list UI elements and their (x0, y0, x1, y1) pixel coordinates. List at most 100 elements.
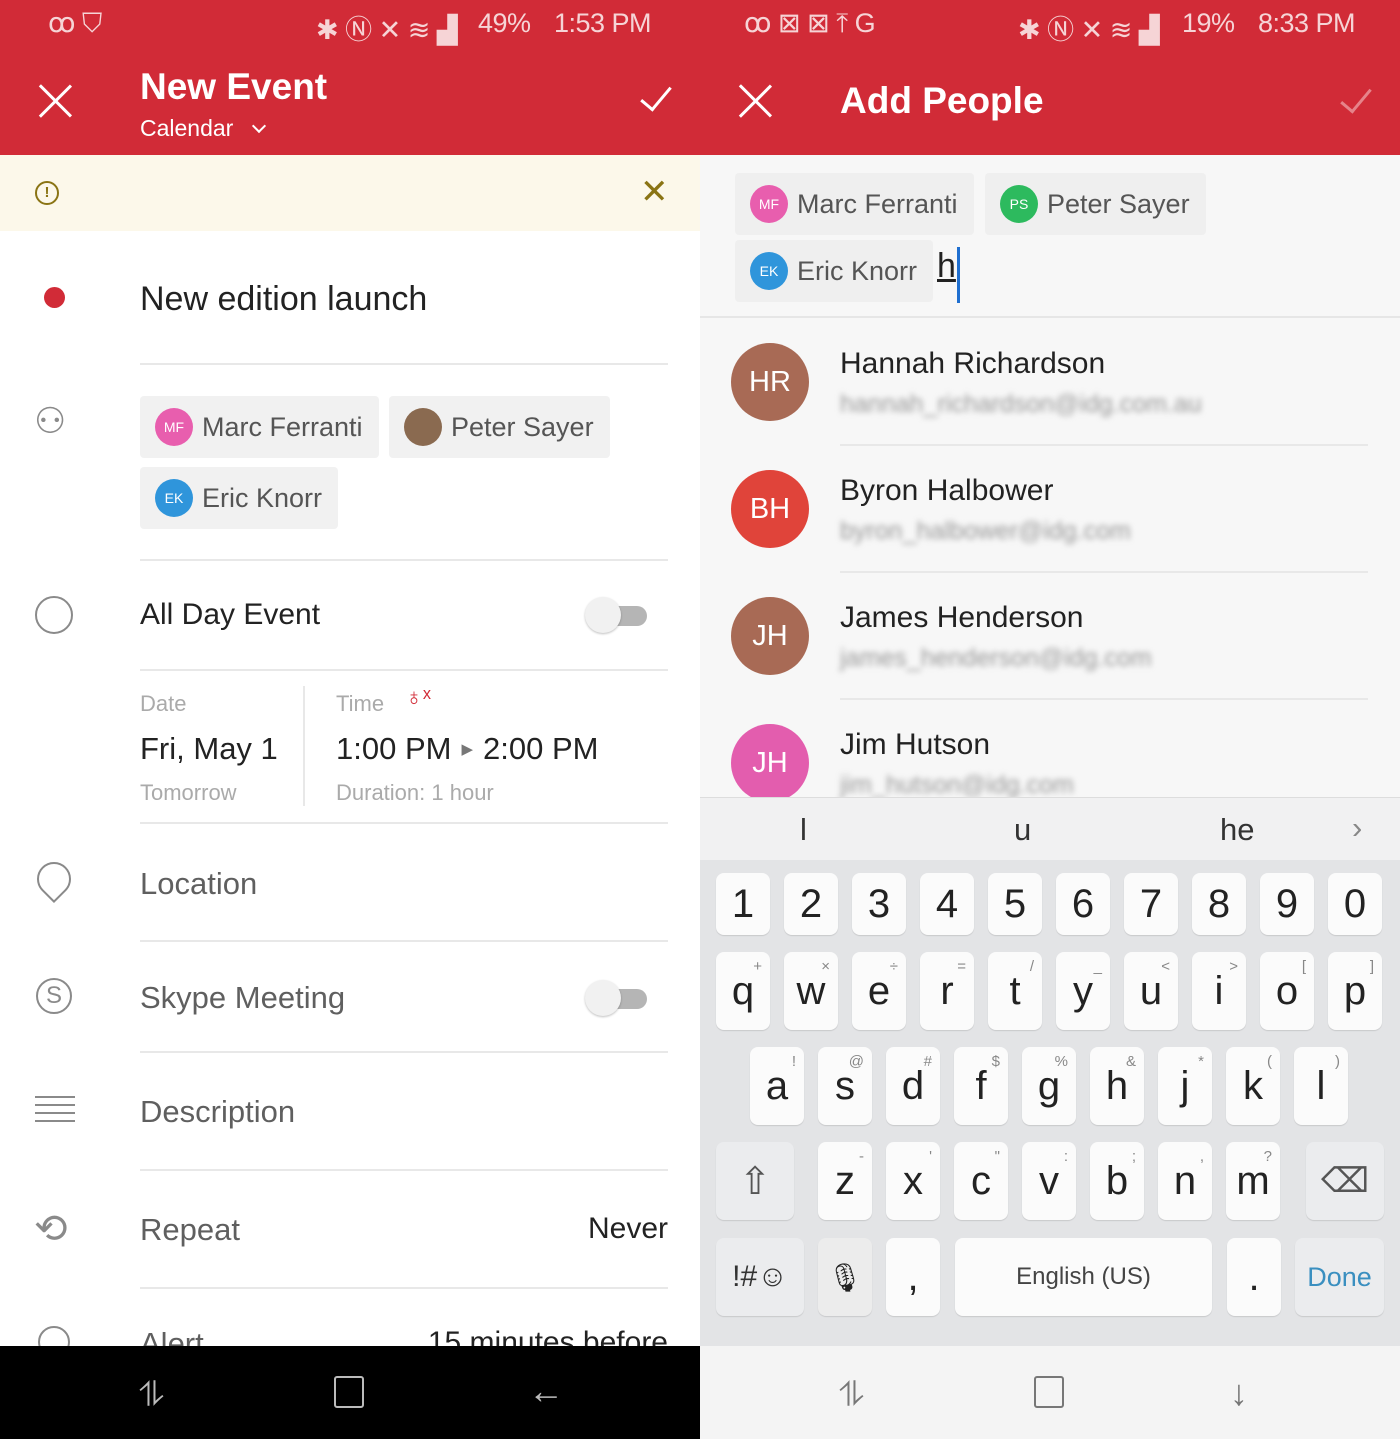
key-r[interactable]: r = (920, 952, 974, 1030)
recipient-field[interactable]: MF Marc Ferranti PS Peter Sayer EK Eric Kno… (700, 155, 1400, 318)
key-label: o (1275, 968, 1299, 1013)
done-key[interactable]: Done (1295, 1238, 1384, 1316)
key-p[interactable]: p] (1328, 952, 1382, 1030)
dismiss-banner-icon[interactable]: ✕ (640, 175, 669, 209)
prediction[interactable]: he (1220, 812, 1254, 848)
close-icon[interactable] (38, 84, 72, 118)
key-o[interactable]: o[ (1260, 952, 1314, 1030)
key-z[interactable]: z- (818, 1142, 872, 1220)
recipient-chip[interactable]: EK Eric Knorr (735, 240, 934, 302)
key-label: k (1243, 1063, 1263, 1108)
period-key[interactable]: . (1227, 1238, 1281, 1316)
comma-key[interactable]: , (886, 1238, 940, 1316)
key-q[interactable]: q + (716, 952, 770, 1030)
key-label: s (835, 1063, 855, 1108)
key-f[interactable]: f $ (954, 1047, 1008, 1125)
key-m[interactable]: m? (1226, 1142, 1280, 1220)
key-2[interactable]: 2 (784, 873, 838, 935)
date-value[interactable]: Fri, May 1 (140, 731, 278, 767)
key-w[interactable]: w × (784, 952, 838, 1030)
space-key[interactable]: English (US) (955, 1238, 1212, 1316)
divider (140, 940, 668, 942)
key-e[interactable]: e ÷ (852, 952, 906, 1030)
key-c[interactable]: c " (954, 1142, 1008, 1220)
key-b[interactable]: b; (1090, 1142, 1144, 1220)
home-icon[interactable] (1034, 1376, 1064, 1408)
attendee-chip[interactable]: Peter Sayer (389, 396, 610, 458)
key-u[interactable]: u < (1124, 952, 1178, 1030)
prediction[interactable]: l (800, 812, 807, 848)
recents-icon[interactable]: ⥮ (139, 1376, 164, 1415)
key-t[interactable]: t / (988, 952, 1042, 1030)
key-k[interactable]: k( (1226, 1047, 1280, 1125)
avatar: EK (155, 479, 193, 517)
key-j[interactable]: j * (1158, 1047, 1212, 1125)
time-range[interactable]: 1:00 PM ▶ 2:00 PM (336, 731, 598, 767)
system-nav-bar: ⥮ ← (0, 1346, 700, 1439)
key-1[interactable]: 1 (716, 873, 770, 935)
home-icon[interactable] (334, 1376, 364, 1408)
key-label: e (867, 968, 891, 1013)
key-y[interactable]: y _ (1056, 952, 1110, 1030)
all-day-toggle[interactable] (585, 597, 647, 633)
close-icon[interactable] (738, 84, 772, 118)
shift-key[interactable]: ⇧ (716, 1142, 794, 1220)
key-h[interactable]: h & (1090, 1047, 1144, 1125)
location-field[interactable]: Location (140, 866, 257, 902)
contact-name[interactable]: James Henderson (840, 601, 1083, 635)
key-l[interactable]: l) (1294, 1047, 1348, 1125)
key-label: h (1105, 1063, 1129, 1108)
contact-name[interactable]: Hannah Richardson (840, 347, 1105, 381)
attendee-name: Peter Sayer (451, 411, 594, 442)
key-4[interactable]: 4 (920, 873, 974, 935)
key-0[interactable]: 0 (1328, 873, 1382, 935)
search-input[interactable]: h (937, 247, 960, 303)
repeat-label[interactable]: Repeat (140, 1212, 240, 1248)
microphone-key[interactable]: 🎙 (818, 1238, 872, 1316)
key-9[interactable]: 9 (1260, 873, 1314, 935)
recents-icon[interactable]: ⥮ (839, 1376, 864, 1415)
key-6[interactable]: 6 (1056, 873, 1110, 935)
event-title-input[interactable]: New edition launch (140, 280, 427, 319)
skype-toggle[interactable] (585, 980, 647, 1016)
key-8[interactable]: 8 (1192, 873, 1246, 935)
key-x[interactable]: x ' (886, 1142, 940, 1220)
attendee-chip[interactable]: MF Marc Ferranti (140, 396, 379, 458)
description-field[interactable]: Description (140, 1094, 295, 1130)
key-n[interactable]: n, (1158, 1142, 1212, 1220)
key-3[interactable]: 3 (852, 873, 906, 935)
avatar: MF (750, 185, 788, 223)
contact-name[interactable]: Jim Hutson (840, 728, 990, 762)
page-title: Add People (840, 80, 1044, 121)
key-label: u (1139, 968, 1163, 1013)
contact-name[interactable]: Byron Halbower (840, 474, 1053, 508)
chevron-right-icon[interactable]: › (1352, 810, 1362, 846)
key-secondary-label: > (1229, 958, 1238, 975)
confirm-check-icon[interactable] (1340, 80, 1372, 114)
symbols-key[interactable]: !#☺ (716, 1238, 804, 1316)
repeat-value[interactable]: Never (588, 1212, 668, 1246)
attendee-unavailable-icon[interactable]: ♁ˣ (405, 684, 431, 712)
key-i[interactable]: i > (1192, 952, 1246, 1030)
backspace-key[interactable]: ⌫ (1306, 1142, 1384, 1220)
key-5[interactable]: 5 (988, 873, 1042, 935)
key-a[interactable]: a! (750, 1047, 804, 1125)
recipient-chip[interactable]: MF Marc Ferranti (735, 173, 974, 235)
hide-keyboard-icon[interactable]: ↓ (1230, 1372, 1248, 1414)
prediction[interactable]: u (1014, 812, 1031, 848)
avatar: JH (731, 597, 809, 675)
save-check-icon[interactable] (640, 78, 672, 112)
attendee-chip[interactable]: EK Eric Knorr (140, 467, 339, 529)
recipient-chip[interactable]: PS Peter Sayer (985, 173, 1206, 235)
key-v[interactable]: v: (1022, 1142, 1076, 1220)
calendar-selector[interactable]: Calendar (140, 115, 266, 142)
key-s[interactable]: s @ (818, 1047, 872, 1125)
back-icon[interactable]: ← (528, 1370, 564, 1412)
new-event-screen: ꝏ ⛉ ✱ Ⓝ ✕ ≋ ▟ 49% 1:53 PM New Event Cale… (0, 0, 700, 1439)
divider (140, 363, 668, 365)
key-label: q (731, 968, 755, 1013)
key-g[interactable]: g% (1022, 1047, 1076, 1125)
key-7[interactable]: 7 (1124, 873, 1178, 935)
start-time: 1:00 PM (336, 731, 452, 766)
key-d[interactable]: d # (886, 1047, 940, 1125)
